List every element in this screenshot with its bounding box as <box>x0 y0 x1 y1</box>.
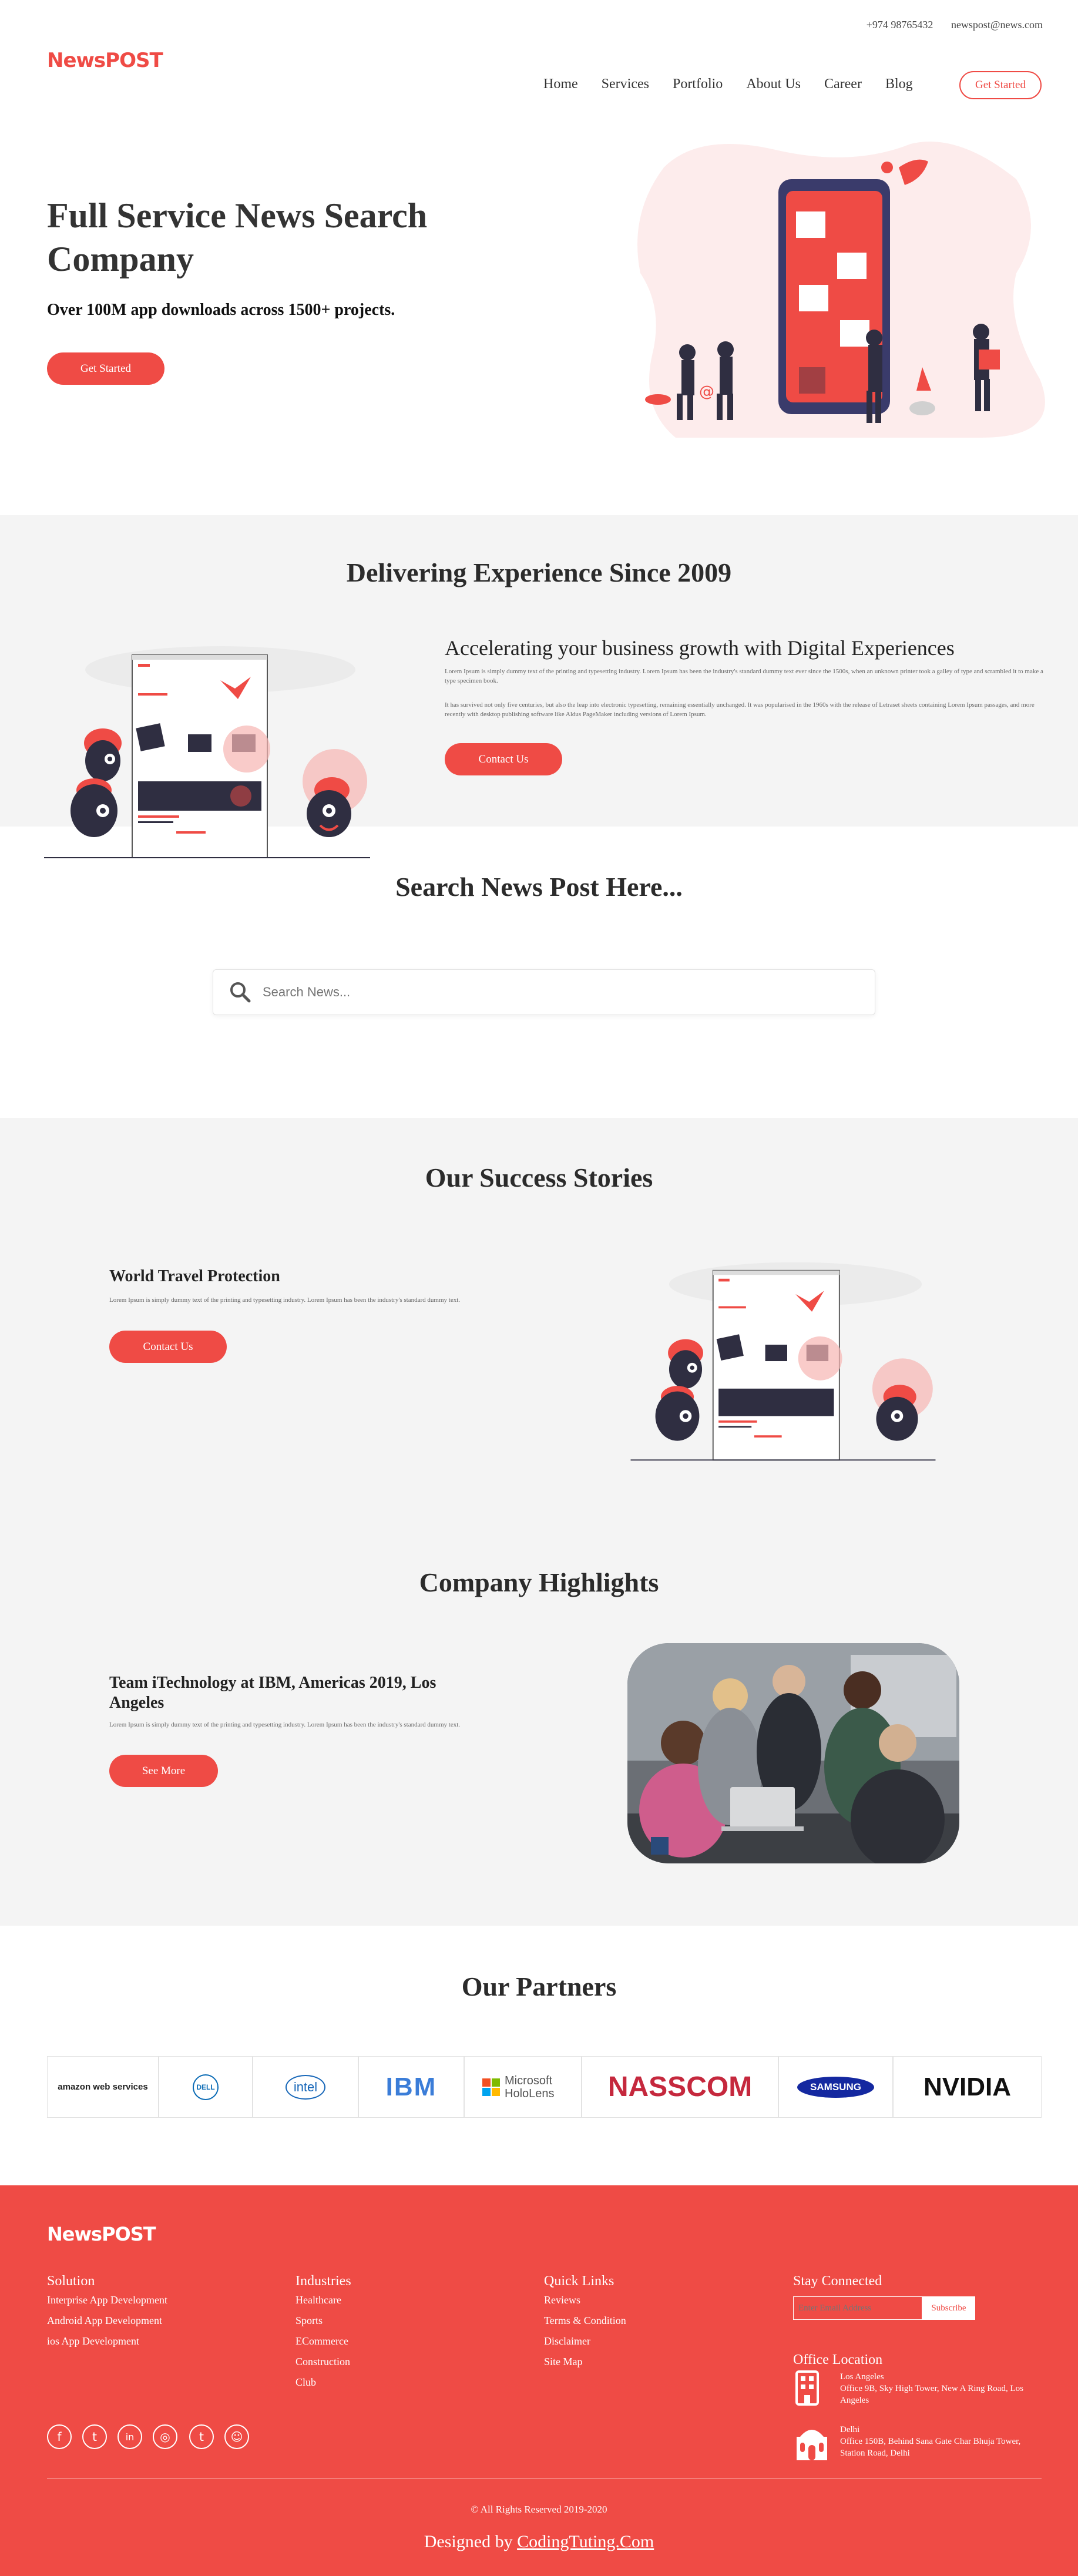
stories-title: Our Success Stories <box>425 1163 653 1193</box>
partner-aws-logo: amazon web services <box>47 2056 159 2118</box>
footer-link-ecommerce[interactable]: ECommerce <box>295 2335 351 2347</box>
linkedin-icon[interactable]: in <box>117 2424 142 2449</box>
instagram-icon[interactable]: ◎ <box>153 2424 177 2449</box>
office-location-title: Office Location <box>793 2352 883 2367</box>
landmark-icon <box>797 2430 827 2460</box>
email-text: newspost@news.com <box>951 19 1043 31</box>
footer-link-club[interactable]: Club <box>295 2376 351 2389</box>
building-icon <box>795 2370 819 2406</box>
partner-intel-logo: intel <box>253 2056 358 2118</box>
partner-hololens-logo: Microsoft HoloLens <box>464 2056 582 2118</box>
hero-get-started-button[interactable]: Get Started <box>47 352 164 385</box>
experience-title: Delivering Experience Since 2009 <box>346 557 732 587</box>
tumblr-icon[interactable]: t <box>189 2424 214 2449</box>
footer-link-site-map[interactable]: Site Map <box>544 2356 626 2368</box>
search-title: Search News Post Here... <box>395 872 683 902</box>
story-illustration <box>630 1262 936 1461</box>
office-delhi: Delhi Office 150B, Behind Sana Gate Char… <box>840 2424 1034 2459</box>
footer-solution-title: Solution <box>47 2273 95 2289</box>
phone-text: +974 98765432 <box>866 19 933 31</box>
office-delhi-address: Office 150B, Behind Sana Gate Char Bhuja… <box>840 2437 1021 2458</box>
story-text: Lorem Ipsum is simply dummy text of the … <box>109 1297 461 1304</box>
hero-title: Full Service News Search Company <box>47 194 427 281</box>
team-photo <box>627 1643 959 1863</box>
partner-samsung-logo: SAMSUNG <box>778 2056 893 2118</box>
nav-portfolio[interactable]: Portfolio <box>673 76 723 92</box>
topbar: +974 98765432 newspost@news.com <box>867 19 1043 31</box>
nav-career[interactable]: Career <box>824 76 862 92</box>
newsletter-form: Subscribe <box>793 2296 975 2320</box>
office-la-city: Los Angeles <box>840 2372 884 2382</box>
partner-dell-logo: DELL <box>159 2056 253 2118</box>
designer-link[interactable]: CodingTuting.Com <box>517 2532 654 2551</box>
svg-text:@: @ <box>699 383 714 401</box>
logo[interactable]: NewsPOST <box>47 49 163 72</box>
footer-link-healthcare[interactable]: Healthcare <box>295 2294 351 2306</box>
partner-ibm-logo: IBM <box>358 2056 464 2118</box>
search-input[interactable] <box>263 985 791 1000</box>
footer-link-sports[interactable]: Sports <box>295 2315 351 2327</box>
story-contact-button[interactable]: Contact Us <box>109 1331 227 1363</box>
footer-solution-column: Solution Interprise App Development Andr… <box>47 2273 167 2347</box>
nav-about-us[interactable]: About Us <box>746 76 801 92</box>
header-get-started-button[interactable]: Get Started <box>959 71 1042 99</box>
footer-quick-links-title: Quick Links <box>544 2273 614 2289</box>
nav-services[interactable]: Services <box>602 76 649 92</box>
footer-stay-connected-column: Stay Connected Subscribe <box>793 2273 975 2320</box>
twitter-icon[interactable]: t <box>82 2424 107 2449</box>
footer-link-ios[interactable]: ios App Development <box>47 2335 167 2347</box>
experience-contact-button[interactable]: Contact Us <box>445 743 562 775</box>
footer-industries-column: Industries Healthcare Sports ECommerce C… <box>295 2273 351 2389</box>
highlights-title: Company Highlights <box>419 1567 659 1597</box>
office-delhi-city: Delhi <box>840 2425 860 2434</box>
experience-illustration <box>44 646 370 858</box>
highlights-heading: Team iTechnology at IBM, Americas 2019, … <box>109 1674 436 1712</box>
footer-quick-links-column: Quick Links Reviews Terms & Condition Di… <box>544 2273 626 2368</box>
footer-industries-title: Industries <box>295 2273 351 2289</box>
hero-title-line2: Company <box>47 240 194 278</box>
hero-title-line1: Full Service News Search <box>47 196 428 235</box>
highlights-text: Lorem Ipsum is simply dummy text of the … <box>109 1721 461 1728</box>
footer-link-android[interactable]: Android App Development <box>47 2315 167 2327</box>
partner-nvidia-logo: NVIDIA <box>893 2056 1042 2118</box>
designed-by: Designed by CodingTuting.Com <box>0 2532 1078 2552</box>
hero-subtitle: Over 100M app downloads across 1500+ pro… <box>47 301 395 319</box>
experience-heading: Accelerating your business growth with D… <box>445 636 955 660</box>
footer-link-terms[interactable]: Terms & Condition <box>544 2315 626 2327</box>
copyright-text: © All Rights Reserved 2019-2020 <box>471 2504 607 2515</box>
subscribe-button[interactable]: Subscribe <box>922 2296 975 2320</box>
footer-link-reviews[interactable]: Reviews <box>544 2294 626 2306</box>
newsletter-email-input[interactable] <box>793 2296 922 2320</box>
partner-nasscom-logo: NASSCOM <box>582 2056 778 2118</box>
designed-by-label: Designed by <box>424 2532 513 2551</box>
partners-title: Our Partners <box>461 1972 617 2001</box>
footer-link-construction[interactable]: Construction <box>295 2356 351 2368</box>
footer-stay-connected-title: Stay Connected <box>793 2273 882 2289</box>
search-bar <box>213 969 875 1015</box>
main-nav: Home Services Portfolio About Us Career … <box>520 76 913 92</box>
hero-illustration: @ <box>637 142 1045 438</box>
footer-logo[interactable]: NewsPOST <box>47 2223 156 2245</box>
reddit-icon[interactable]: ☺ <box>224 2424 249 2449</box>
nav-home[interactable]: Home <box>543 76 578 92</box>
facebook-icon[interactable]: f <box>47 2424 72 2449</box>
footer-link-disclaimer[interactable]: Disclaimer <box>544 2335 626 2347</box>
microsoft-logo-icon <box>482 2078 500 2096</box>
office-la: Los Angeles Office 9B, Sky High Tower, N… <box>840 2371 1034 2406</box>
footer-link-interprise[interactable]: Interprise App Development <box>47 2294 167 2306</box>
experience-paragraph-1: Lorem Ipsum is simply dummy text of the … <box>445 668 1043 684</box>
office-la-address: Office 9B, Sky High Tower, New A Ring Ro… <box>840 2384 1023 2405</box>
story-heading: World Travel Protection <box>109 1267 280 1285</box>
highlights-see-more-button[interactable]: See More <box>109 1755 218 1787</box>
nav-blog[interactable]: Blog <box>885 76 913 92</box>
experience-paragraph-2: It has survived not only five centuries,… <box>445 701 1035 718</box>
search-icon <box>230 982 251 1003</box>
